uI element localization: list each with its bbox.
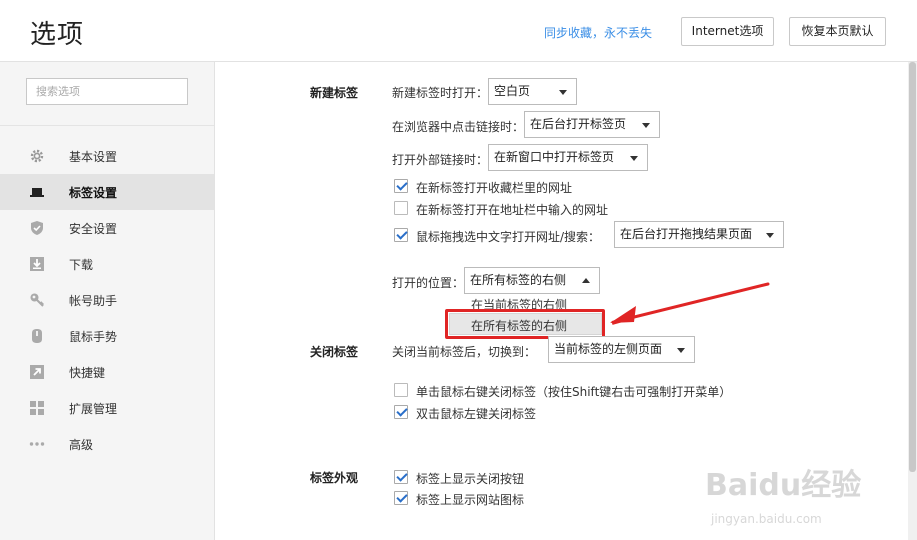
sync-link[interactable]: 同步收藏，永不丢失 — [544, 24, 652, 41]
show-close-button-label: 标签上显示关闭按钮 — [416, 472, 525, 486]
chevron-down-icon — [766, 233, 774, 238]
grid-icon — [29, 400, 45, 416]
close-switch-select[interactable]: 当前标签的左侧页面 — [548, 336, 695, 363]
select-value: 当前标签的左侧页面 — [554, 342, 663, 356]
sidebar-item-label: 扩展管理 — [69, 401, 118, 416]
external-link-select[interactable]: 在新窗口中打开标签页 — [488, 144, 648, 171]
internet-options-button[interactable]: Internet选项 — [681, 17, 774, 46]
download-icon — [29, 256, 45, 272]
section-title-tab-appearance: 标签外观 — [310, 471, 359, 485]
section-title-new-tab: 新建标签 — [310, 86, 359, 100]
show-close-button-checkbox[interactable] — [394, 470, 408, 484]
select-value: 空白页 — [494, 84, 531, 98]
shortcut-arrow-icon — [29, 364, 45, 380]
sidebar-item-label: 鼠标手势 — [69, 329, 118, 344]
chevron-down-icon — [642, 123, 650, 128]
addressbar-new-tab-label: 在新标签打开在地址栏中输入的网址 — [416, 203, 609, 217]
watermark-logo-text: Baidu经验 — [705, 468, 862, 503]
select-value: 在新窗口中打开标签页 — [494, 150, 615, 164]
sidebar-item-label: 下载 — [69, 257, 94, 272]
key-icon — [29, 292, 45, 308]
sidebar-item-label: 基本设置 — [69, 149, 118, 164]
right-click-close-checkbox[interactable] — [394, 383, 408, 397]
close-switch-label: 关闭当前标签后，切换到： — [392, 345, 537, 359]
search-input[interactable] — [27, 79, 187, 104]
restore-defaults-button[interactable]: 恢复本页默认 — [789, 17, 886, 46]
double-click-close-checkbox[interactable] — [394, 405, 408, 419]
sidebar: 基本设置 标签设置 安全设置 下载 帐号助手 鼠标手势 快捷键 — [0, 62, 215, 540]
sidebar-item-mouse-gesture[interactable]: 鼠标手势 — [0, 318, 214, 354]
header: 选项 同步收藏，永不丢失 Internet选项 恢复本页默认 — [0, 0, 917, 62]
select-value: 在所有标签的右侧 — [470, 273, 567, 287]
gear-icon — [29, 148, 45, 164]
right-click-close-label: 单击鼠标右键关闭标签（按住Shift键右击可强制打开菜单） — [416, 385, 732, 399]
shield-check-icon — [29, 220, 45, 236]
sidebar-item-account[interactable]: 帐号助手 — [0, 282, 214, 318]
click-link-label: 在浏览器中点击链接时： — [392, 120, 525, 134]
bookmarks-new-tab-label: 在新标签打开收藏栏里的网址 — [416, 181, 573, 195]
section-title-close-tab: 关闭标签 — [310, 345, 359, 359]
chevron-down-icon — [677, 348, 685, 353]
show-favicon-checkbox[interactable] — [394, 491, 408, 505]
search-box[interactable] — [26, 78, 188, 105]
external-link-label: 打开外部链接时： — [392, 153, 489, 167]
sidebar-divider — [0, 125, 214, 126]
bookmarks-new-tab-checkbox[interactable] — [394, 179, 408, 193]
select-value: 在后台打开标签页 — [530, 117, 627, 131]
sidebar-item-label: 快捷键 — [69, 365, 106, 380]
chevron-down-icon — [630, 156, 638, 161]
drag-open-select[interactable]: 在后台打开拖拽结果页面 — [614, 221, 784, 248]
show-favicon-label: 标签上显示网站图标 — [416, 493, 525, 507]
open-position-select[interactable]: 在所有标签的右侧 — [464, 267, 600, 294]
open-position-label: 打开的位置： — [392, 276, 465, 290]
sidebar-item-basic[interactable]: 基本设置 — [0, 138, 214, 174]
sidebar-item-label: 标签设置 — [69, 185, 118, 200]
page-title: 选项 — [30, 20, 85, 50]
sidebar-item-advanced[interactable]: 高级 — [0, 426, 214, 462]
drag-open-checkbox[interactable] — [394, 228, 408, 242]
watermark: Baidu经验 jingyan.baidu.com — [705, 460, 885, 530]
sidebar-item-tabs[interactable]: 标签设置 — [0, 174, 214, 210]
sidebar-item-label: 高级 — [69, 437, 94, 452]
sidebar-item-label: 安全设置 — [69, 221, 118, 236]
scrollbar[interactable] — [908, 62, 917, 540]
watermark-url: jingyan.baidu.com — [711, 512, 822, 526]
drag-open-label: 鼠标拖拽选中文字打开网址/搜索： — [416, 230, 601, 244]
chevron-up-icon — [582, 278, 590, 283]
sidebar-item-download[interactable]: 下载 — [0, 246, 214, 282]
annotation-highlight-box — [445, 309, 605, 339]
laptop-icon — [29, 184, 45, 200]
addressbar-new-tab-checkbox[interactable] — [394, 201, 408, 215]
scrollbar-thumb[interactable] — [909, 62, 916, 472]
mouse-icon — [29, 328, 45, 344]
chevron-down-icon — [559, 90, 567, 95]
sidebar-item-shortcuts[interactable]: 快捷键 — [0, 354, 214, 390]
sidebar-item-security[interactable]: 安全设置 — [0, 210, 214, 246]
select-value: 在后台打开拖拽结果页面 — [620, 227, 753, 241]
new-tab-open-label: 新建标签时打开： — [392, 86, 489, 100]
click-link-select[interactable]: 在后台打开标签页 — [524, 111, 660, 138]
annotation-arrow-icon — [610, 282, 770, 325]
sidebar-item-extensions[interactable]: 扩展管理 — [0, 390, 214, 426]
double-click-close-label: 双击鼠标左键关闭标签 — [416, 407, 537, 421]
more-dots-icon — [29, 436, 45, 452]
sidebar-item-label: 帐号助手 — [69, 293, 118, 308]
new-tab-open-select[interactable]: 空白页 — [488, 78, 577, 105]
